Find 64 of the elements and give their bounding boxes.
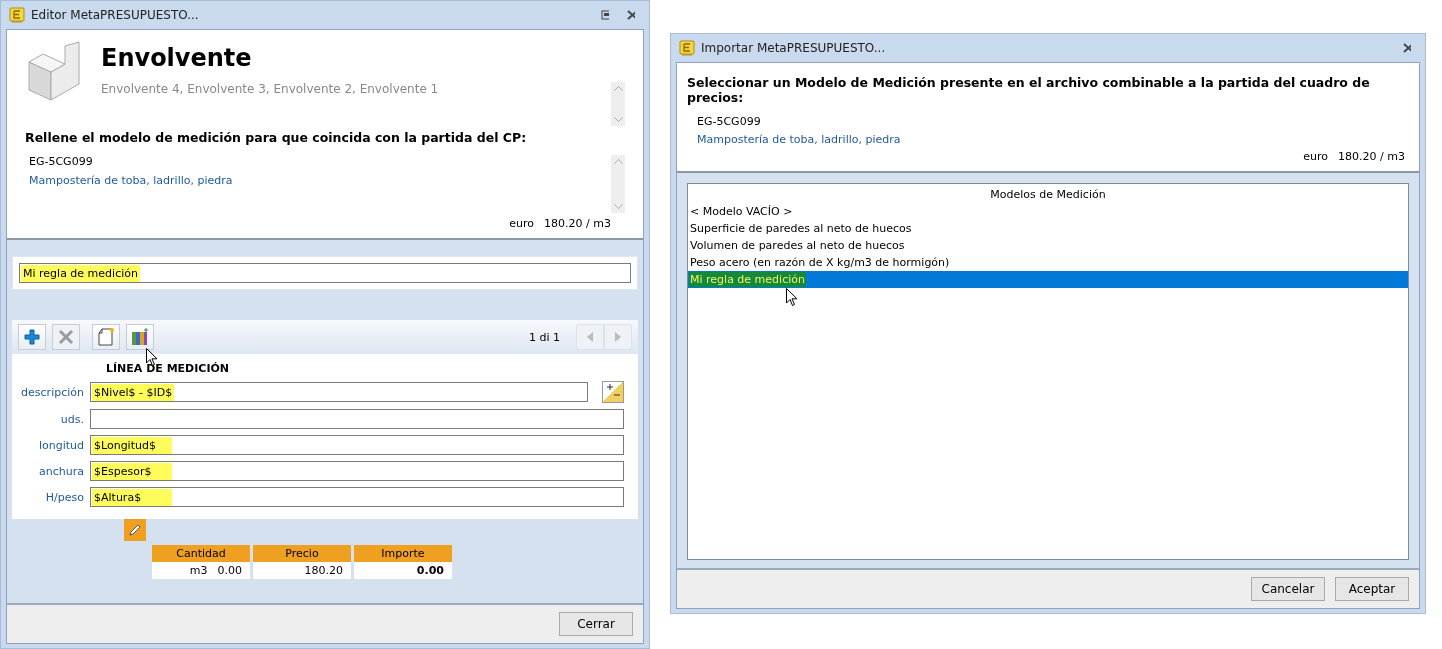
window-title: Importar MetaPRESUPUESTO... bbox=[701, 41, 887, 55]
column-header: Importe bbox=[354, 545, 452, 562]
pager-text: 1 di 1 bbox=[528, 330, 560, 344]
dialog-button[interactable]: Cerrar bbox=[559, 612, 633, 636]
list-item[interactable]: Peso acero (en razón de X kg/m3 de hormigón) bbox=[688, 254, 1408, 271]
document-icon bbox=[97, 327, 115, 347]
close-icon bbox=[627, 10, 635, 20]
close-icon bbox=[1403, 43, 1411, 53]
total-value: 0.00 bbox=[217, 564, 242, 577]
right-arrow-icon bbox=[614, 332, 622, 342]
item-code: EG-5CG099 bbox=[697, 115, 762, 128]
edit-button[interactable] bbox=[124, 519, 146, 541]
list-item[interactable]: < Modelo VACÍO > bbox=[688, 203, 1408, 220]
list-heading: Modelos de Medición bbox=[989, 187, 1107, 203]
total-value: 180.20 bbox=[304, 564, 343, 577]
item-description: Mampostería de toba, ladrillo, piedra bbox=[29, 174, 233, 187]
instruction-text: Seleccionar un Modelo de Medición presente en el archivo combinable a la partida del cuadro de precios: bbox=[687, 75, 1371, 105]
field-label: anchura bbox=[38, 464, 84, 478]
field-label: uds. bbox=[59, 412, 84, 426]
dialog-button[interactable]: Aceptar bbox=[1335, 577, 1409, 601]
unit-text: m3 bbox=[189, 564, 208, 577]
total-value: 0.00 bbox=[416, 564, 444, 577]
list-item[interactable]: Volumen de paredes al neto de huecos bbox=[688, 237, 1408, 254]
section-title: LÍNEA DE MEDICIÓN bbox=[106, 362, 230, 375]
element-path: Envolvente 4, Envolvente 3, Envolvente 2, Envolvente 1 bbox=[101, 82, 439, 98]
restore-icon bbox=[601, 10, 609, 20]
input-field[interactable]: $Longitud$ bbox=[90, 435, 624, 455]
field-label: descripción bbox=[20, 385, 84, 399]
pointer-cursor-icon bbox=[786, 288, 798, 307]
currency-label: euro bbox=[1303, 150, 1329, 163]
scrollbar[interactable] bbox=[611, 82, 625, 126]
list-item[interactable]: Mi regla de medición bbox=[688, 271, 1408, 288]
app-icon bbox=[9, 7, 25, 23]
plus-minus-icon bbox=[605, 383, 621, 399]
field-label: longitud bbox=[37, 438, 84, 452]
scrollbar[interactable] bbox=[611, 155, 625, 213]
list-item[interactable]: Superficie de paredes al neto de huecos bbox=[688, 220, 1408, 237]
dialog-button[interactable]: Cancelar bbox=[1251, 577, 1325, 601]
unit-price: 180.20 / m3 bbox=[544, 217, 611, 230]
item-code: EG-5CG099 bbox=[29, 155, 94, 168]
left-arrow-icon bbox=[586, 332, 594, 342]
pencil-icon bbox=[128, 523, 142, 537]
input-field[interactable]: $Nivel$ - $ID$ bbox=[90, 382, 588, 402]
app-icon bbox=[679, 40, 695, 56]
books-icon bbox=[130, 327, 150, 347]
input-field[interactable] bbox=[90, 409, 624, 429]
plus-minus-button[interactable] bbox=[602, 381, 624, 403]
unit-price: 180.20 / m3 bbox=[1338, 150, 1405, 163]
item-description: Mampostería de toba, ladrillo, piedra bbox=[697, 133, 902, 146]
field-label: H/peso bbox=[44, 490, 84, 504]
currency-label: euro bbox=[509, 217, 535, 230]
element-title: Envolvente bbox=[101, 44, 253, 72]
plus-icon bbox=[23, 328, 41, 346]
close-icon bbox=[58, 329, 74, 345]
instruction-text: Rellene el modelo de medición para que coincida con la partida del CP: bbox=[25, 130, 528, 145]
toolbar-button[interactable] bbox=[18, 324, 46, 350]
window-title: Editor MetaPRESUPUESTO... bbox=[31, 8, 200, 22]
column-header: Cantidad bbox=[152, 545, 250, 562]
toolbar-button[interactable] bbox=[92, 324, 120, 350]
toolbar-button[interactable] bbox=[126, 324, 154, 350]
input-field[interactable]: $Altura$ bbox=[90, 487, 624, 507]
input-field[interactable]: $Espesor$ bbox=[90, 461, 624, 481]
rule-name-field[interactable]: Mi regla de medición bbox=[19, 263, 631, 283]
column-header: Precio bbox=[253, 545, 351, 562]
